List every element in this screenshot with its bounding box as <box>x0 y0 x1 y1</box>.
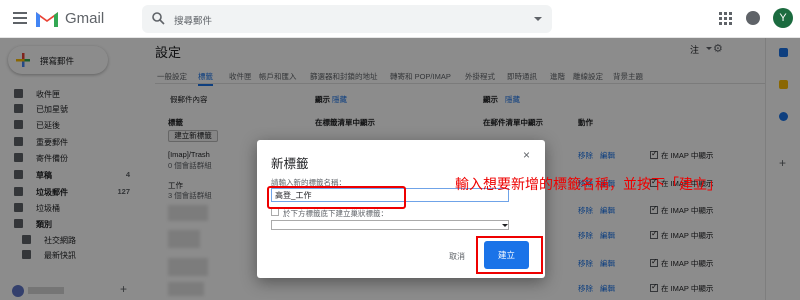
highlight-create-box <box>476 236 543 274</box>
chevron-down-icon <box>502 224 508 227</box>
cancel-button[interactable]: 取消 <box>449 251 465 262</box>
search-icon[interactable] <box>152 12 165 25</box>
page: Gmail 搜尋郵件 Y 撰寫郵件 收件匣 已加星號 已延後 重要郵件 寄件備份 草稿 4 垃… <box>0 0 800 300</box>
highlight-input-box <box>267 186 406 209</box>
parent-label-select[interactable] <box>271 220 509 230</box>
close-icon[interactable]: × <box>523 148 530 162</box>
nest-label-checkbox[interactable] <box>271 208 279 216</box>
search-options-icon[interactable] <box>534 17 542 21</box>
apps-grid-icon[interactable] <box>719 12 733 26</box>
instruction-annotation: 輸入想要新增的標籤名稱，並按下「建立」 <box>455 177 721 193</box>
notifications-icon[interactable] <box>746 11 760 25</box>
search-bar[interactable]: 搜尋郵件 <box>142 5 552 33</box>
gmail-logo-icon[interactable] <box>35 9 59 28</box>
dialog-title: 新標籤 <box>271 157 309 171</box>
top-bar: Gmail 搜尋郵件 Y <box>0 0 800 38</box>
account-avatar[interactable]: Y <box>773 8 793 28</box>
app-name: Gmail <box>65 10 105 27</box>
nest-label-text: 於下方標籤底下建立巢狀標籤： <box>283 209 388 218</box>
menu-icon[interactable] <box>13 12 27 24</box>
search-input[interactable]: 搜尋郵件 <box>174 13 212 27</box>
